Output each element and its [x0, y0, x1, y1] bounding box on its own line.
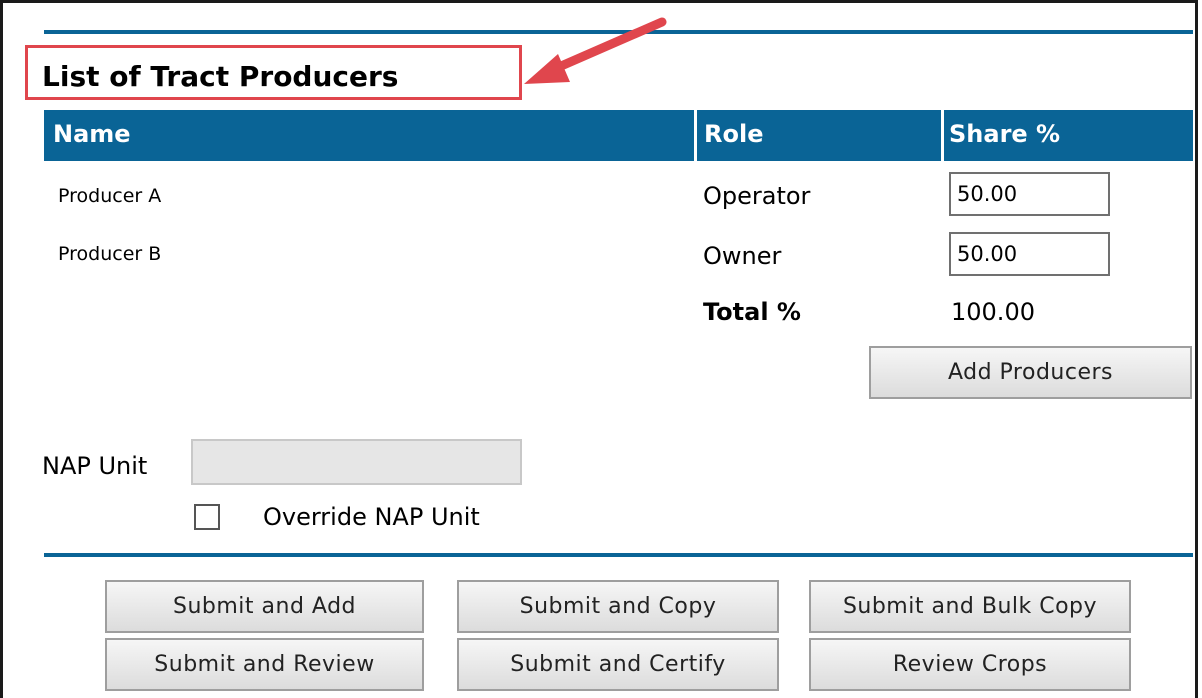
producer-name: Producer B	[58, 243, 162, 265]
bottom-divider	[44, 553, 1193, 557]
column-separator	[941, 110, 944, 161]
share-input[interactable]	[949, 172, 1110, 216]
arrow-icon	[524, 17, 667, 84]
annotation-highlight-box	[25, 45, 522, 100]
submit-and-bulk-copy-button[interactable]: Submit and Bulk Copy	[809, 580, 1131, 633]
column-header-name: Name	[53, 120, 131, 148]
producer-role: Operator	[703, 182, 811, 210]
nap-unit-label: NAP Unit	[42, 452, 148, 480]
submit-and-copy-button[interactable]: Submit and Copy	[457, 580, 779, 633]
submit-and-add-button[interactable]: Submit and Add	[105, 580, 424, 633]
column-header-role: Role	[704, 120, 764, 148]
review-crops-button[interactable]: Review Crops	[809, 638, 1131, 691]
override-nap-unit-label: Override NAP Unit	[263, 503, 480, 531]
column-separator	[694, 110, 697, 161]
table-header: Name Role Share %	[44, 110, 1193, 161]
producer-name: Producer A	[58, 185, 162, 207]
submit-and-review-button[interactable]: Submit and Review	[105, 638, 424, 691]
producer-role: Owner	[703, 242, 782, 270]
nap-unit-input[interactable]	[191, 439, 522, 485]
submit-and-certify-button[interactable]: Submit and Certify	[457, 638, 779, 691]
total-value: 100.00	[951, 298, 1035, 326]
share-input[interactable]	[949, 232, 1110, 276]
add-producers-button[interactable]: Add Producers	[869, 346, 1192, 399]
override-nap-unit-checkbox[interactable]	[194, 504, 220, 530]
total-label: Total %	[703, 298, 801, 326]
column-header-share: Share %	[949, 120, 1061, 148]
